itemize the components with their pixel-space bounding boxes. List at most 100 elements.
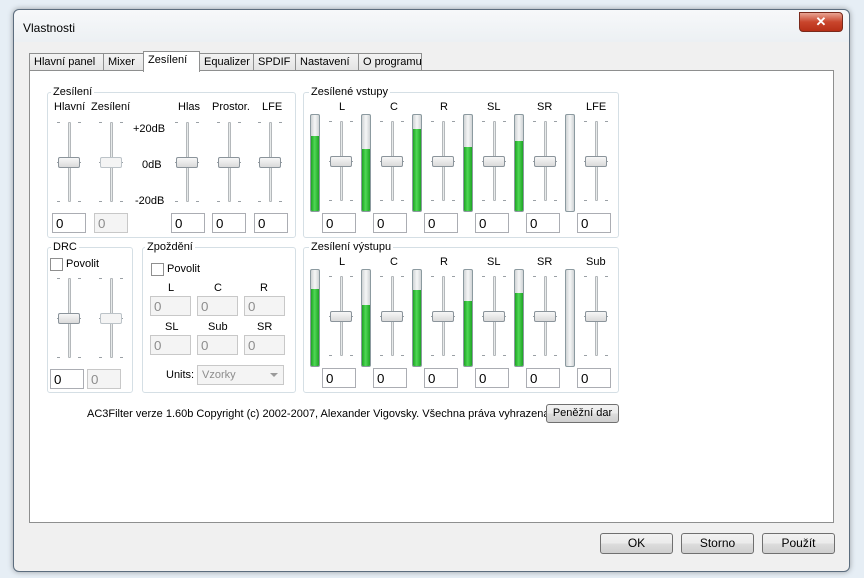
output-gains-slider-sl[interactable] (480, 276, 508, 356)
voice-gain-input[interactable] (171, 213, 205, 233)
input-gains-slider-lfe[interactable] (582, 121, 610, 201)
output-gains-slider-sr[interactable] (531, 276, 559, 356)
output-gains-slider-l-tick (329, 355, 332, 356)
tab-6[interactable]: O programu (358, 53, 422, 71)
input-gains-slider-l[interactable] (327, 121, 355, 201)
tab-2[interactable]: Zesílení (143, 51, 200, 72)
output-gains-slider-sub-thumb[interactable] (585, 311, 607, 322)
input-gains-input-l[interactable] (322, 213, 356, 233)
input-gains-slider-sr-thumb[interactable] (534, 156, 556, 167)
output-gains-slider-sub[interactable] (582, 276, 610, 356)
output-gains-slider-sr-tick (554, 355, 557, 356)
output-gains-input-c[interactable] (373, 368, 407, 388)
output-gains-input-sl[interactable] (475, 368, 509, 388)
master-gain-slider[interactable] (55, 122, 83, 202)
output-gains-input-sub[interactable] (577, 368, 611, 388)
surround-gain-input[interactable] (212, 213, 246, 233)
input-gains-slider-c-thumb[interactable] (381, 156, 403, 167)
lfe-gain-input[interactable] (254, 213, 288, 233)
tab-0[interactable]: Hlavní panel (29, 53, 104, 71)
tab-5[interactable]: Nastavení (295, 53, 359, 71)
output-gains-slider-sl-tick (482, 355, 485, 356)
ok-button[interactable]: OK (600, 533, 673, 554)
input-gains-input-r[interactable] (424, 213, 458, 233)
surround-gain-slider-thumb[interactable] (218, 157, 240, 168)
drc-level-slider[interactable] (55, 278, 83, 358)
output-gains-meter-l-fill (311, 289, 319, 366)
input-gains-slider-l-tick (329, 121, 332, 122)
lfe-gain-slider-thumb[interactable] (259, 157, 281, 168)
drc-level-slider-thumb[interactable] (58, 313, 80, 324)
input-gains-input-lfe[interactable] (577, 213, 611, 233)
delay-enable-checkbox[interactable] (151, 263, 164, 276)
output-gains-slider-sl-thumb[interactable] (483, 311, 505, 322)
gain-label-lfe: LFE (262, 101, 283, 113)
output-gains-slider-sr-tick (533, 355, 536, 356)
apply-button[interactable]: Použít (762, 533, 835, 554)
input-gains-slider-lfe-thumb[interactable] (585, 156, 607, 167)
output-gains-slider-r-thumb[interactable] (432, 311, 454, 322)
tab-4[interactable]: SPDIF (253, 53, 296, 71)
window-title: Vlastnosti (23, 21, 76, 35)
tab-3[interactable]: Equalizer (199, 53, 254, 71)
output-gains-slider-l[interactable] (327, 276, 355, 356)
output-gains-slider-sub-tick (605, 355, 608, 356)
output-gains-slider-r-tick (431, 276, 434, 277)
input-gains-slider-sl-thumb[interactable] (483, 156, 505, 167)
input-gains-meter-sr (514, 114, 524, 212)
surround-gain-slider-tick (238, 122, 241, 123)
close-button[interactable]: ✕ (799, 12, 843, 32)
input-gains-slider-sl-tick (503, 121, 506, 122)
gain-label-voice: Hlas (178, 101, 201, 113)
gain-slider-tick (99, 122, 102, 123)
delay-sr-input (244, 335, 285, 355)
delay-label-r: R (260, 282, 268, 294)
gain-label-gain: Zesílení (91, 101, 131, 113)
output-gains-input-r[interactable] (424, 368, 458, 388)
input-gains-slider-sl-tick (503, 200, 506, 201)
input-gains-slider-sr-tick (554, 200, 557, 201)
output-gains-slider-sr-tick (554, 276, 557, 277)
input-gains-slider-c[interactable] (378, 121, 406, 201)
master-gain-slider-thumb[interactable] (58, 157, 80, 168)
output-gains-label-l: L (339, 256, 346, 268)
output-gains-slider-r[interactable] (429, 276, 457, 356)
master-gain-input[interactable] (52, 213, 86, 233)
voice-gain-slider-thumb[interactable] (176, 157, 198, 168)
output-gains-slider-sr-tick (533, 276, 536, 277)
output-gains-label-sl: SL (487, 256, 501, 268)
output-gains-slider-sr-thumb[interactable] (534, 311, 556, 322)
delay-label-c: C (214, 282, 222, 294)
input-gains-slider-sl[interactable] (480, 121, 508, 201)
output-gains-slider-r-tick (431, 355, 434, 356)
output-gains-slider-l-thumb[interactable] (330, 311, 352, 322)
surround-gain-slider[interactable] (215, 122, 243, 202)
input-gains-slider-r-thumb[interactable] (432, 156, 454, 167)
output-gains-slider-r-tick (452, 276, 455, 277)
output-gains-slider-c-tick (401, 276, 404, 277)
input-gains-input-c[interactable] (373, 213, 407, 233)
output-gains-input-sr[interactable] (526, 368, 560, 388)
input-gains-slider-r[interactable] (429, 121, 457, 201)
cancel-button[interactable]: Storno (681, 533, 754, 554)
input-gains-meter-c (361, 114, 371, 212)
input-gains-label-sl: SL (487, 101, 501, 113)
delay-label-l: L (168, 282, 175, 294)
input-gains-input-sr[interactable] (526, 213, 560, 233)
lfe-gain-slider[interactable] (256, 122, 284, 202)
input-gains-slider-l-thumb[interactable] (330, 156, 352, 167)
gain-label-surround: Prostor. (212, 101, 250, 113)
drc-enable-checkbox[interactable] (50, 258, 63, 271)
output-gains-slider-c-thumb[interactable] (381, 311, 403, 322)
input-gains-input-sl[interactable] (475, 213, 509, 233)
donate-button[interactable]: Peněžní dar (546, 404, 619, 423)
drc-level-input[interactable] (50, 369, 84, 389)
tab-1[interactable]: Mixer (103, 53, 144, 71)
drc-level-slider-tick (78, 278, 81, 279)
voice-gain-slider[interactable] (173, 122, 201, 202)
output-gains-slider-c[interactable] (378, 276, 406, 356)
output-gains-input-l[interactable] (322, 368, 356, 388)
scale-label-zero: 0dB (142, 159, 162, 171)
output-gains-label-sub: Sub (586, 256, 606, 268)
input-gains-slider-sr[interactable] (531, 121, 559, 201)
